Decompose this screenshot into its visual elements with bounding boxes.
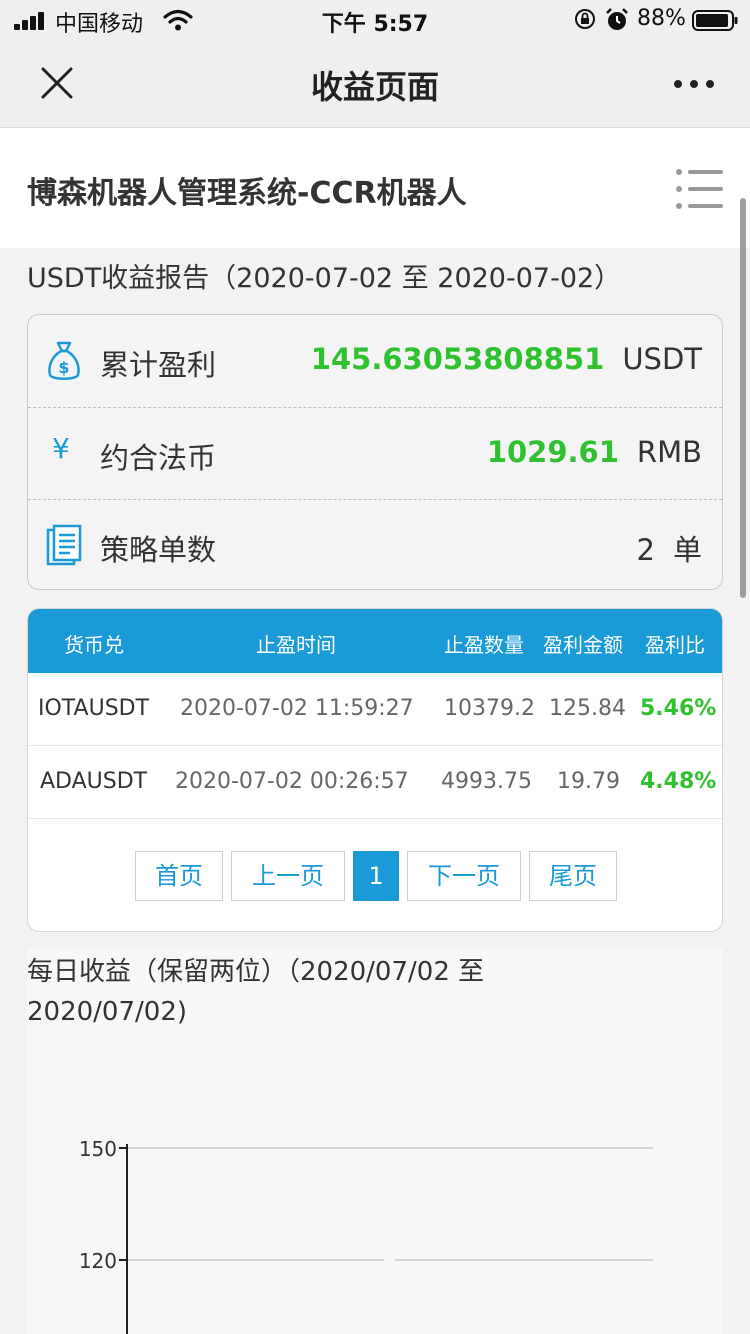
svg-text:$: $ xyxy=(58,358,69,377)
document-icon xyxy=(46,524,82,566)
status-bar: 中国移动 下午 5:57 88% xyxy=(0,0,750,40)
chart-plot: 150 120 xyxy=(79,1137,653,1334)
fiat-value-group: 1029.61 RMB xyxy=(487,435,702,469)
y-tick-label: 120 xyxy=(79,1249,117,1273)
cell-symbol: ADAUSDT xyxy=(40,769,148,794)
rotation-lock-icon xyxy=(575,9,595,29)
cell-ratio: 4.48% xyxy=(640,769,717,794)
battery-percent: 88% xyxy=(637,6,686,31)
summary-row-profit: $ 累计盈利 145.63053808851 USDT xyxy=(28,315,722,407)
fiat-value: 1029.61 xyxy=(486,435,619,469)
column-header: 货币兑 xyxy=(64,633,124,657)
prev-page-button[interactable]: 上一页 xyxy=(231,851,345,901)
table-row: ADAUSDT 2020-07-02 00:26:57 4993.75 19.7… xyxy=(28,746,722,819)
alarm-icon xyxy=(606,8,628,30)
pagination: 首页 上一页 1 下一页 尾页 xyxy=(28,851,722,901)
cell-amount: 19.79 xyxy=(557,769,620,794)
current-page-button[interactable]: 1 xyxy=(353,851,399,901)
money-bag-icon: $ xyxy=(48,341,80,380)
yen-icon: ¥ xyxy=(52,432,70,465)
orders-unit: 单 xyxy=(672,533,702,567)
cell-qty: 4993.75 xyxy=(441,769,532,794)
column-header: 盈利金额 xyxy=(543,633,623,657)
scrollbar[interactable] xyxy=(740,198,746,598)
summary-card: $ 累计盈利 145.63053808851 USDT ¥ 约合法币 1029.6… xyxy=(27,314,723,590)
summary-row-orders: 策略单数 2单 xyxy=(28,499,722,591)
column-header: 盈利比 xyxy=(645,633,705,657)
cell-amount: 125.84 xyxy=(549,696,626,721)
table-row: IOTAUSDT 2020-07-02 11:59:27 10379.2 125… xyxy=(28,673,722,746)
page-title: 博森机器人管理系统-CCR机器人 xyxy=(27,176,467,211)
report-title: USDT收益报告（2020-07-02 至 2020-07-02） xyxy=(27,263,622,294)
cell-time: 2020-07-02 11:59:27 xyxy=(180,696,414,721)
orders-value-group: 2单 xyxy=(637,527,702,569)
cell-ratio: 5.46% xyxy=(640,696,717,721)
nav-title: 收益页面 xyxy=(310,68,439,106)
cell-time: 2020-07-02 00:26:57 xyxy=(175,769,409,794)
orders-table: 货币兑 止盈时间 止盈数量 盈利金额 盈利比 IOTAUSDT 2020-07-… xyxy=(27,608,723,932)
daily-profit-chart: 每日收益（保留两位）（2020/07/02 至 2020/07/02) 150 … xyxy=(27,948,723,1334)
summary-row-fiat: ¥ 约合法币 1029.61 RMB xyxy=(28,407,722,499)
profit-unit: USDT xyxy=(622,342,702,376)
cell-qty: 10379.2 xyxy=(444,696,535,721)
last-page-button[interactable]: 尾页 xyxy=(529,851,617,901)
next-page-button[interactable]: 下一页 xyxy=(407,851,521,901)
nav-bar: 收益页面 xyxy=(0,40,750,128)
column-header: 止盈时间 xyxy=(256,633,336,657)
fiat-unit: RMB xyxy=(636,435,702,469)
column-header: 止盈数量 xyxy=(444,633,524,657)
page-header: 博森机器人管理系统-CCR机器人 xyxy=(0,128,750,248)
first-page-button[interactable]: 首页 xyxy=(135,851,223,901)
profit-value: 145.63053808851 xyxy=(310,342,605,376)
battery-icon xyxy=(692,10,738,31)
profit-label: 累计盈利 xyxy=(100,348,217,382)
profit-value-group: 145.63053808851 USDT xyxy=(311,342,702,376)
menu-icon[interactable] xyxy=(674,168,724,210)
table-header: 货币兑 止盈时间 止盈数量 盈利金额 盈利比 xyxy=(28,609,722,673)
y-tick-label: 150 xyxy=(79,1137,117,1161)
orders-value: 2 xyxy=(636,533,655,567)
orders-label: 策略单数 xyxy=(100,533,217,567)
cell-symbol: IOTAUSDT xyxy=(38,696,150,721)
fiat-label: 约合法币 xyxy=(100,441,217,475)
more-icon[interactable] xyxy=(672,78,716,90)
